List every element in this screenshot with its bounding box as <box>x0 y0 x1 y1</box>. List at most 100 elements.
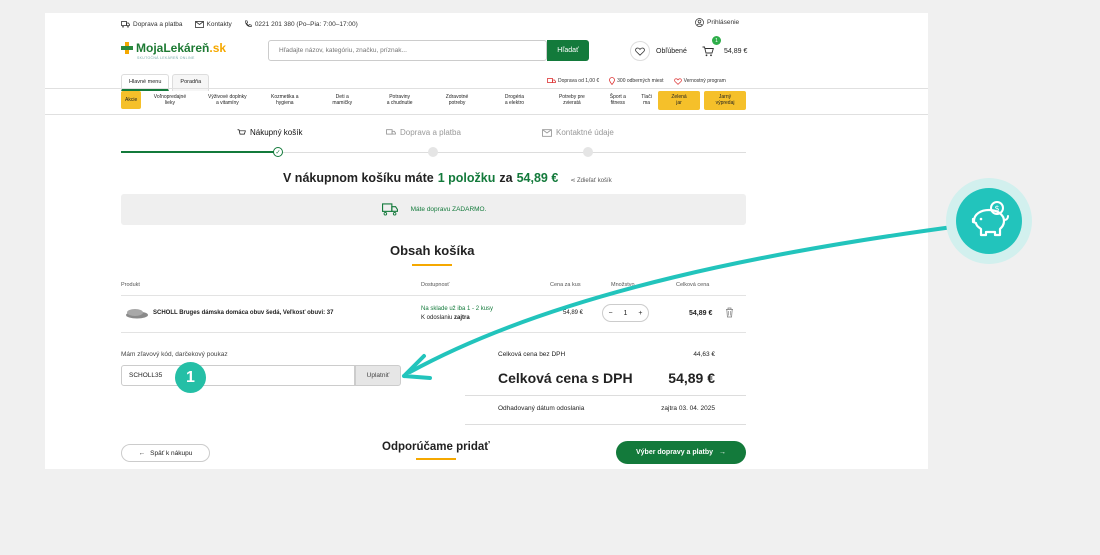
phone-icon <box>244 20 252 27</box>
delivery-link[interactable]: Doprava a platba <box>121 21 183 28</box>
col-availability: Dostupnosť <box>421 282 450 288</box>
mail-icon <box>542 128 552 137</box>
apply-coupon-button[interactable]: Uplatniť <box>355 365 401 386</box>
step-delivery[interactable]: Doprava a platba <box>386 128 461 137</box>
trash-icon[interactable] <box>725 307 734 318</box>
recommended-title: Odporúčame pridať <box>382 441 490 460</box>
truck-icon <box>386 128 396 135</box>
cart-icon <box>237 128 246 134</box>
progress-fill <box>121 151 276 153</box>
nav-item[interactable]: Šport a fitness <box>601 94 635 107</box>
step-dot <box>583 147 593 157</box>
nav-item[interactable]: Zdravotné potreby <box>428 94 485 107</box>
nav-item[interactable]: Výživové doplnky a vitamíny <box>199 94 256 107</box>
mail-icon <box>194 20 204 28</box>
location-pin-icon <box>609 77 616 85</box>
nav-item[interactable]: Deti a mamičky <box>314 94 371 107</box>
favorites-label: Obľúbené <box>656 47 687 55</box>
cart-price: 54,89 € <box>724 47 748 55</box>
callout-step-badge: 1 <box>175 362 206 393</box>
promo-pickup-points[interactable]: 300 odberných miest <box>609 77 664 85</box>
delivery-label: Doprava a platba <box>133 20 183 28</box>
product-image[interactable] <box>125 307 149 319</box>
gross-total-row: Celková cena s DPH 54,89 € <box>498 370 715 386</box>
cart-icon: 1 <box>698 36 721 61</box>
user-icon <box>695 18 704 27</box>
truck-icon <box>381 203 398 216</box>
login-link[interactable]: Prihlásenie <box>695 18 739 27</box>
nav-spring-sale[interactable]: Jarný výpredaj <box>704 91 747 110</box>
cart-headline: V nákupnom košíku máte 1 položku za 54,8… <box>283 171 612 185</box>
login-label: Prihlásenie <box>707 19 740 26</box>
search-button[interactable]: Hľadať <box>547 40 589 61</box>
nav-green-spring[interactable]: Zelená jar <box>658 91 701 110</box>
row-total: 54,89 € <box>689 310 713 317</box>
checkout-steps: Nákupný košík Doprava a platba Kontaktné… <box>121 128 746 158</box>
phone-link[interactable]: 0221 201 380 (Po–Pia: 7:00–17:00) <box>244 20 358 28</box>
divider <box>465 395 746 396</box>
heart-icon <box>630 41 650 61</box>
truck-icon <box>547 77 556 83</box>
coupon-input[interactable] <box>121 365 355 386</box>
availability: Na sklade už iba 1 - 2 kusy K odoslaniu … <box>421 306 494 321</box>
coupon-label: Mám zľavový kód, darčekový poukaz <box>121 351 228 358</box>
title-underline <box>412 264 453 266</box>
search-input[interactable] <box>268 40 547 61</box>
check-icon: ✓ <box>273 147 283 157</box>
logo-tagline: SKUTOČNÁ LEKÁREŇ ONLINE <box>137 56 195 60</box>
shop-page: Doprava a platba Kontakty 0221 201 380 (… <box>45 13 928 469</box>
nav-item[interactable]: Tlači ma <box>635 94 658 107</box>
step-dot <box>428 147 438 157</box>
piggy-bank-badge: $ <box>946 178 1032 264</box>
unit-price: 54,89 € <box>563 310 584 316</box>
net-total-row: Celková cena bez DPH 44,63 € <box>498 351 715 358</box>
increment-button[interactable]: + <box>638 310 642 317</box>
favorites-link[interactable]: Obľúbené <box>630 41 687 61</box>
logo-text: MojaLekáreň.sk <box>136 41 227 55</box>
promo-strip: Doprava od 1,00 € 300 odberných miest Ve… <box>547 77 726 85</box>
cart-contents-title: Obsah košíka <box>390 243 475 266</box>
arrow-left-icon: ← <box>138 449 146 457</box>
quantity-value: 1 <box>623 309 628 317</box>
contacts-label: Kontakty <box>206 20 232 28</box>
cart-link[interactable]: 1 54,89 € <box>698 36 748 61</box>
step-cart[interactable]: Nákupný košík <box>237 128 302 137</box>
nav-item[interactable]: Potreby pre zvieratá <box>543 94 600 107</box>
utility-bar: Doprava a platba Kontakty 0221 201 380 (… <box>121 18 748 30</box>
free-shipping-text: Máte dopravu ZADARMO. <box>410 206 487 213</box>
nav-item[interactable]: Kozmetika a hygiena <box>256 94 313 107</box>
category-nav: Akcie Voľnopredajné lieky Výživové dopln… <box>121 91 747 110</box>
divider <box>465 424 746 425</box>
ship-date-row: Odhadovaný dátum odoslania zajtra 03. 04.… <box>498 405 715 412</box>
heart-icon <box>673 77 682 85</box>
contacts-link[interactable]: Kontakty <box>194 20 232 28</box>
piggy-bank-icon: $ <box>971 201 1009 237</box>
cart-count-badge: 1 <box>712 36 721 45</box>
promo-delivery[interactable]: Doprava od 1,00 € <box>547 77 599 85</box>
col-product: Produkt <box>121 282 140 288</box>
quantity-stepper[interactable]: − 1 + <box>602 304 649 322</box>
choose-delivery-button[interactable]: Výber dopravy a platby → <box>616 441 746 464</box>
promo-loyalty[interactable]: Vernostný program <box>673 77 726 85</box>
col-unit-price: Cena za kus <box>550 282 581 288</box>
col-total: Celková cena <box>676 282 710 288</box>
share-cart-link[interactable]: ⋖ Zdieľať košík <box>570 177 611 184</box>
arrow-right-icon: → <box>719 449 727 456</box>
divider <box>121 295 746 296</box>
nav-item[interactable]: Drogéria a elektro <box>486 94 543 107</box>
nav-item[interactable]: Potraviny a chudnutie <box>371 94 428 107</box>
title-underline <box>415 458 456 460</box>
nav-item[interactable]: Voľnopredajné lieky <box>141 94 198 107</box>
step-contact[interactable]: Kontaktné údaje <box>542 128 614 137</box>
col-quantity: Množstvo <box>611 282 635 288</box>
product-name[interactable]: SCHOLL Bruges dámska domáca obuv šedá, V… <box>153 310 333 316</box>
phone-label: 0221 201 380 (Po–Pia: 7:00–17:00) <box>254 20 358 28</box>
back-to-shop-button[interactable]: ← Späť k nákupu <box>121 444 210 462</box>
divider <box>45 114 928 115</box>
nav-akcie[interactable]: Akcie <box>121 91 142 110</box>
decrement-button[interactable]: − <box>608 310 612 317</box>
divider <box>121 332 746 333</box>
truck-icon <box>121 20 130 28</box>
divider <box>45 88 928 89</box>
logo[interactable]: MojaLekáreň.sk <box>121 41 226 55</box>
